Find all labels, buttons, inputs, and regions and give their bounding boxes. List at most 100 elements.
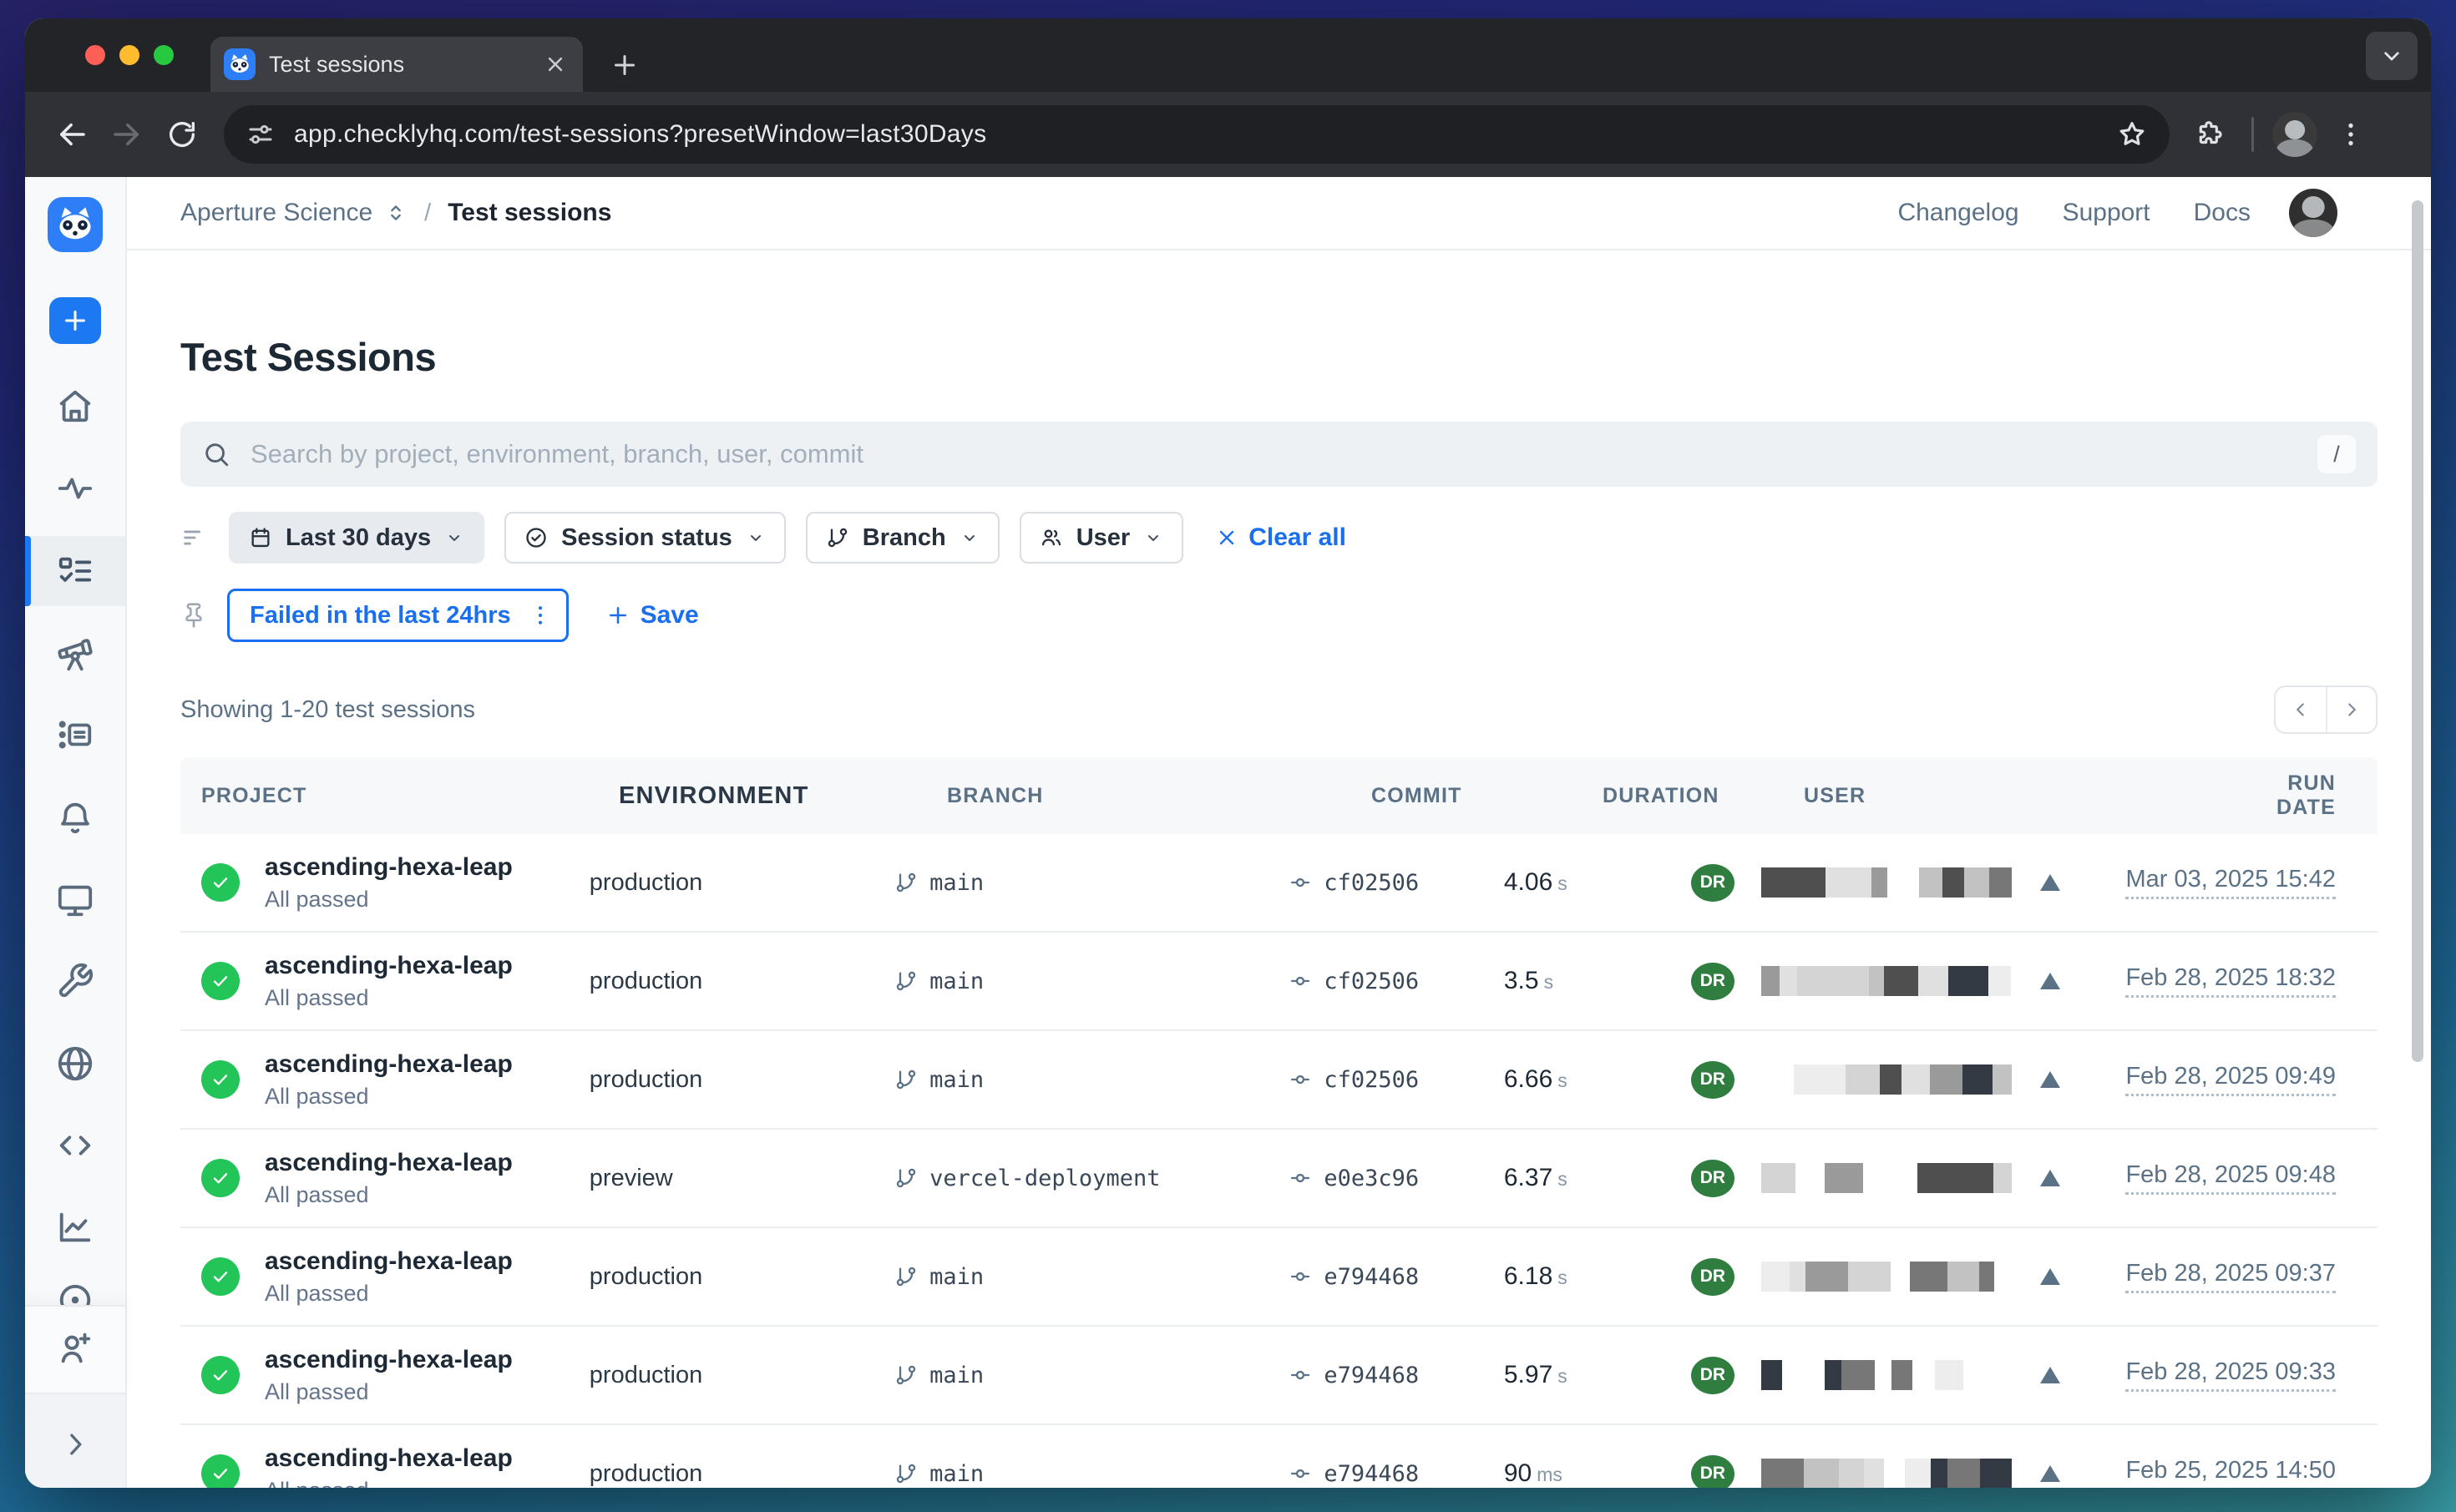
status-passed-icon (201, 863, 240, 902)
search-input[interactable] (251, 439, 2297, 469)
browser-profile-avatar[interactable] (2272, 112, 2317, 157)
session-status-text: All passed (265, 1478, 513, 1489)
session-status-text: All passed (265, 1182, 513, 1208)
maximize-window-button[interactable] (154, 45, 174, 65)
next-page-button[interactable] (2326, 687, 2376, 732)
run-date-link[interactable]: Feb 28, 2025 18:32 (2125, 964, 2336, 998)
header-link-docs[interactable]: Docs (2194, 199, 2251, 227)
sidebar-item-bell[interactable] (25, 783, 125, 853)
search-icon (202, 440, 230, 468)
run-date-link[interactable]: Feb 28, 2025 09:48 (2125, 1161, 2336, 1195)
sidebar-item-wrench[interactable] (25, 946, 125, 1016)
checkly-logo[interactable] (25, 197, 125, 252)
session-status-filter[interactable]: Session status (504, 512, 786, 564)
sidebar-expand-button[interactable] (25, 1409, 125, 1479)
check-list-icon (56, 716, 94, 754)
run-date-link[interactable]: Feb 25, 2025 14:50 (2125, 1457, 2336, 1488)
sidebar-item-chart[interactable] (25, 1192, 125, 1262)
tab-search-chevron-button[interactable] (2366, 32, 2418, 80)
sidebar-item-test-sessions[interactable] (25, 536, 125, 606)
status-passed-icon (201, 1060, 240, 1099)
bookmark-star-icon[interactable] (2116, 119, 2148, 150)
header-link-support[interactable]: Support (2063, 199, 2150, 227)
environment: production (590, 968, 894, 995)
test-session-row[interactable]: ascending-hexa-leapAll passedproductionm… (180, 1031, 2378, 1130)
run-date-link[interactable]: Feb 28, 2025 09:37 (2125, 1260, 2336, 1293)
back-button[interactable] (50, 113, 94, 156)
git-commit-icon (1289, 1363, 1312, 1387)
user-filter[interactable]: User (1020, 512, 1184, 564)
date-range-filter[interactable]: Last 30 days (229, 512, 484, 564)
org-switcher[interactable]: Aperture Science (180, 199, 372, 227)
test-session-row[interactable]: ascending-hexa-leapAll passedproductionm… (180, 933, 2378, 1031)
pin-icon[interactable] (180, 602, 207, 629)
run-date-link[interactable]: Feb 28, 2025 09:49 (2125, 1063, 2336, 1096)
save-filter-button[interactable]: Save (605, 601, 699, 630)
git-commit-icon (1289, 871, 1312, 894)
commit-hash: e0e3c96 (1324, 1166, 1419, 1191)
browser-tab[interactable]: Test sessions (210, 37, 583, 92)
site-settings-icon[interactable] (246, 119, 276, 149)
sidebar-item-monitor[interactable] (25, 865, 125, 935)
minimize-window-button[interactable] (119, 45, 139, 65)
extensions-puzzle-icon[interactable] (2190, 113, 2233, 156)
run-date-link[interactable]: Mar 03, 2025 15:42 (2125, 866, 2336, 899)
browser-menu-kebab-icon[interactable] (2329, 113, 2372, 156)
tab-close-icon[interactable] (543, 52, 568, 77)
page-title: Test Sessions (180, 334, 2378, 380)
environment: production (590, 1066, 894, 1094)
vercel-triangle-icon (2037, 1263, 2064, 1290)
reload-button[interactable] (160, 113, 204, 156)
status-passed-icon (201, 1454, 240, 1488)
test-session-row[interactable]: ascending-hexa-leapAll passedproductionm… (180, 1228, 2378, 1327)
new-tab-button[interactable] (610, 50, 640, 80)
plus-icon[interactable] (49, 297, 101, 344)
sidebar-item-user-plus[interactable] (25, 1313, 125, 1383)
test-session-row[interactable]: ascending-hexa-leapAll passedproductionm… (180, 834, 2378, 933)
close-window-button[interactable] (85, 45, 105, 65)
project-name: ascending-hexa-leap (265, 952, 513, 979)
run-date-link[interactable]: Feb 28, 2025 09:33 (2125, 1358, 2336, 1392)
test-session-row[interactable]: ascending-hexa-leapAll passedproductionm… (180, 1327, 2378, 1425)
sidebar-item-check-list[interactable] (25, 700, 125, 770)
sidebar-item-telescope[interactable] (25, 619, 125, 690)
page-scrollbar-thumb[interactable] (2412, 200, 2423, 1062)
filter-row: Last 30 days Session status Branch (180, 512, 2378, 564)
sidebar-item-globe[interactable] (25, 1029, 125, 1099)
sidebar-item-code[interactable] (25, 1110, 125, 1181)
previous-page-button[interactable] (2276, 687, 2326, 732)
branch-name: main (929, 968, 984, 994)
test-sessions-table: PROJECTENVIRONMENTBRANCHCOMMITDURATIONUS… (180, 757, 2378, 1488)
vercel-triangle-icon (2037, 1066, 2064, 1093)
filter-lines-icon (180, 523, 209, 552)
sidebar-item-home[interactable] (25, 371, 125, 441)
forward-button[interactable] (105, 113, 149, 156)
test-session-row[interactable]: ascending-hexa-leapAll passedproductionm… (180, 1425, 2378, 1488)
results-summary-row: Showing 1-20 test sessions (180, 685, 2378, 734)
duration-value: 4.06 (1504, 868, 1552, 896)
users-icon (1040, 526, 1063, 549)
create-new-button[interactable] (25, 297, 125, 344)
browser-toolbar: app.checklyhq.com/test-sessions?presetWi… (25, 92, 2431, 177)
user-initials-badge: DR (1691, 1258, 1734, 1296)
address-bar[interactable]: app.checklyhq.com/test-sessions?presetWi… (224, 105, 2170, 164)
git-branch-icon (894, 871, 918, 894)
saved-filter-pill[interactable]: Failed in the last 24hrs (227, 589, 569, 642)
monitor-icon (56, 881, 94, 919)
user-avatar[interactable] (2289, 189, 2337, 237)
environment: production (590, 1460, 894, 1488)
project-name: ascending-hexa-leap (265, 1149, 513, 1176)
header-link-changelog[interactable]: Changelog (1897, 199, 2018, 227)
kebab-menu-icon[interactable] (528, 603, 553, 628)
column-header-commit: COMMIT (1371, 784, 1603, 808)
search-bar[interactable]: / (180, 422, 2378, 487)
branch-filter[interactable]: Branch (806, 512, 1000, 564)
duration-value: 6.66 (1504, 1065, 1552, 1093)
status-passed-icon (201, 1356, 240, 1394)
test-session-row[interactable]: ascending-hexa-leapAll passedpreviewverc… (180, 1130, 2378, 1228)
chevrons-updown-icon[interactable] (384, 201, 408, 225)
column-header-run-date: RUN DATE (2271, 771, 2336, 820)
clear-all-button[interactable]: Clear all (1215, 523, 1346, 552)
project-name: ascending-hexa-leap (265, 1050, 513, 1078)
sidebar-item-activity[interactable] (25, 453, 125, 523)
